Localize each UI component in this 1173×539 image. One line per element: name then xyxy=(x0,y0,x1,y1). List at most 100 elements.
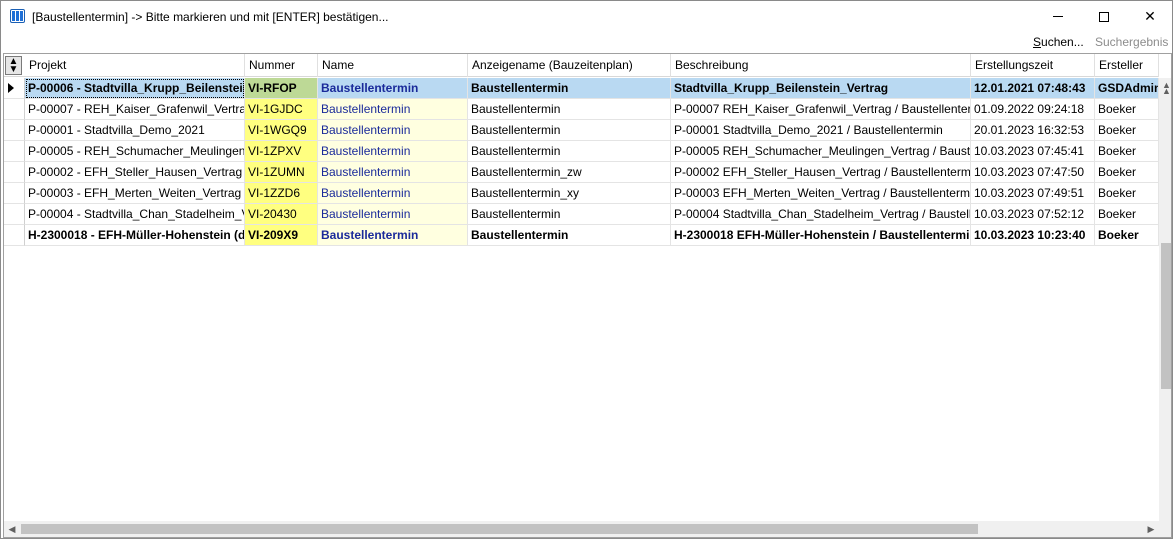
vertical-scroll-thumb[interactable] xyxy=(1161,243,1171,389)
cell-name[interactable]: Baustellentermin xyxy=(318,141,468,162)
cell-nummer[interactable]: VI-1ZPXV xyxy=(245,141,318,162)
cell-zeit[interactable]: 10.03.2023 07:49:51 xyxy=(971,183,1095,204)
data-grid: ▲ ▼ Projekt Nummer Name Anzeigename (Bauz… xyxy=(3,53,1172,538)
cell-name[interactable]: Baustellentermin xyxy=(318,78,468,99)
horizontal-scrollbar[interactable]: ◀ ▶ xyxy=(4,521,1159,537)
close-icon: ✕ xyxy=(1144,8,1156,24)
sort-icon[interactable]: ▲ ▼ xyxy=(5,56,22,75)
cell-zeit[interactable]: 01.09.2022 09:24:18 xyxy=(971,99,1095,120)
cell-ersteller[interactable]: Boeker xyxy=(1095,99,1159,120)
table-row[interactable]: P-00005 - REH_Schumacher_Meulingen_Vertr… xyxy=(4,141,1159,162)
cell-beschreibung[interactable]: P-00004 Stadtvilla_Chan_Stadelheim_Vertr… xyxy=(671,204,971,225)
horizontal-scroll-thumb[interactable] xyxy=(21,524,978,534)
column-header-projekt[interactable]: Projekt xyxy=(25,54,245,77)
table-row[interactable]: P-00001 - Stadtvilla_Demo_2021 VI-1WGQ9 Ba… xyxy=(4,120,1159,141)
cell-beschreibung[interactable]: P-00001 Stadtvilla_Demo_2021 / Baustelle… xyxy=(671,120,971,141)
minimize-icon xyxy=(1053,16,1063,17)
cell-anzeigename[interactable]: Baustellentermin xyxy=(468,225,671,246)
vertical-scrollbar[interactable]: ▲▲ ▼ xyxy=(1159,78,1171,537)
table-row[interactable]: P-00004 - Stadtvilla_Chan_Stadelheim_Ver… xyxy=(4,204,1159,225)
row-header[interactable] xyxy=(4,183,25,204)
app-icon xyxy=(10,9,25,23)
cell-nummer[interactable]: VI-209X9 xyxy=(245,225,318,246)
cell-anzeigename[interactable]: Baustellentermin xyxy=(468,120,671,141)
cell-ersteller[interactable]: Boeker xyxy=(1095,120,1159,141)
maximize-button[interactable] xyxy=(1081,1,1127,32)
row-header[interactable] xyxy=(4,204,25,225)
row-header[interactable] xyxy=(4,225,25,246)
current-row-arrow-icon xyxy=(8,83,14,93)
cell-zeit[interactable]: 10.03.2023 10:23:40 xyxy=(971,225,1095,246)
cell-projekt[interactable]: P-00004 - Stadtvilla_Chan_Stadelheim_Ver… xyxy=(25,204,245,225)
cell-nummer[interactable]: VI-20430 xyxy=(245,204,318,225)
cell-beschreibung[interactable]: H-2300018 EFH-Müller-Hohenstein / Bauste… xyxy=(671,225,971,246)
cell-beschreibung[interactable]: Stadtvilla_Krupp_Beilenstein_Vertrag xyxy=(671,78,971,99)
scroll-left-icon[interactable]: ◀ xyxy=(4,521,20,537)
cell-ersteller[interactable]: Boeker xyxy=(1095,204,1159,225)
cell-name[interactable]: Baustellentermin xyxy=(318,99,468,120)
cell-projekt[interactable]: H-2300018 - EFH-Müller-Hohenstein (d xyxy=(25,225,245,246)
cell-projekt[interactable]: P-00005 - REH_Schumacher_Meulingen_Vertr… xyxy=(25,141,245,162)
table-row[interactable]: P-00007 - REH_Kaiser_Grafenwil_Vertrag VI… xyxy=(4,99,1159,120)
search-link[interactable]: Suchen... xyxy=(1033,35,1084,51)
column-header-name[interactable]: Name xyxy=(318,54,468,77)
minimize-button[interactable] xyxy=(1035,1,1081,32)
cell-beschreibung[interactable]: P-00007 REH_Kaiser_Grafenwil_Vertrag / B… xyxy=(671,99,971,120)
cell-zeit[interactable]: 10.03.2023 07:47:50 xyxy=(971,162,1095,183)
cell-zeit[interactable]: 12.01.2021 07:48:43 xyxy=(971,78,1095,99)
cell-beschreibung[interactable]: P-00002 EFH_Steller_Hausen_Vertrag / Bau… xyxy=(671,162,971,183)
cell-name[interactable]: Baustellentermin xyxy=(318,120,468,141)
column-header-nummer[interactable]: Nummer xyxy=(245,54,318,77)
scroll-right-icon[interactable]: ▶ xyxy=(1143,521,1159,537)
column-header-beschreibung[interactable]: Beschreibung xyxy=(671,54,971,77)
cell-beschreibung[interactable]: P-00005 REH_Schumacher_Meulingen_Vertrag… xyxy=(671,141,971,162)
row-header[interactable] xyxy=(4,141,25,162)
cell-zeit[interactable]: 20.01.2023 16:32:53 xyxy=(971,120,1095,141)
cell-ersteller[interactable]: Boeker xyxy=(1095,225,1159,246)
row-header[interactable] xyxy=(4,162,25,183)
row-header[interactable] xyxy=(4,78,25,99)
cell-projekt[interactable]: P-00006 - Stadtvilla_Krupp_Beilenstein xyxy=(25,78,245,99)
cell-nummer[interactable]: VI-1GJDC xyxy=(245,99,318,120)
cell-ersteller[interactable]: GSDAdmin xyxy=(1095,78,1159,99)
row-header[interactable] xyxy=(4,120,25,141)
table-row[interactable]: P-00006 - Stadtvilla_Krupp_Beilenstein VI… xyxy=(4,78,1159,99)
cell-anzeigename[interactable]: Baustellentermin xyxy=(468,204,671,225)
cell-ersteller[interactable]: Boeker xyxy=(1095,162,1159,183)
cell-projekt[interactable]: P-00001 - Stadtvilla_Demo_2021 xyxy=(25,120,245,141)
cell-name[interactable]: Baustellentermin xyxy=(318,204,468,225)
cell-anzeigename[interactable]: Baustellentermin xyxy=(468,141,671,162)
scroll-top-icon[interactable]: ▲ ▲ xyxy=(1162,81,1171,96)
cell-zeit[interactable]: 10.03.2023 07:45:41 xyxy=(971,141,1095,162)
column-header-erstellungszeit[interactable]: Erstellungszeit xyxy=(971,54,1095,77)
cell-name[interactable]: Baustellentermin xyxy=(318,162,468,183)
cell-projekt[interactable]: P-00002 - EFH_Steller_Hausen_Vertrag xyxy=(25,162,245,183)
cell-zeit[interactable]: 10.03.2023 07:52:12 xyxy=(971,204,1095,225)
column-header-ersteller[interactable]: Ersteller xyxy=(1095,54,1159,77)
cell-anzeigename[interactable]: Baustellentermin_xy xyxy=(468,183,671,204)
cell-ersteller[interactable]: Boeker xyxy=(1095,183,1159,204)
cell-anzeigename[interactable]: Baustellentermin xyxy=(468,78,671,99)
table-row[interactable]: P-00003 - EFH_Merten_Weiten_Vertrag VI-1Z… xyxy=(4,183,1159,204)
cell-projekt[interactable]: P-00007 - REH_Kaiser_Grafenwil_Vertrag xyxy=(25,99,245,120)
close-button[interactable]: ✕ xyxy=(1127,1,1173,32)
cell-beschreibung[interactable]: P-00003 EFH_Merten_Weiten_Vertrag / Baus… xyxy=(671,183,971,204)
cell-nummer[interactable]: VI-1ZUMN xyxy=(245,162,318,183)
table-row[interactable]: P-00002 - EFH_Steller_Hausen_Vertrag VI-1… xyxy=(4,162,1159,183)
cell-ersteller[interactable]: Boeker xyxy=(1095,141,1159,162)
cell-name[interactable]: Baustellentermin xyxy=(318,225,468,246)
title-bar[interactable]: [Baustellentermin] -> Bitte markieren un… xyxy=(1,1,1172,32)
window-title: [Baustellentermin] -> Bitte markieren un… xyxy=(32,10,389,24)
scrollbar-corner xyxy=(1159,521,1171,537)
row-header[interactable] xyxy=(4,99,25,120)
cell-anzeigename[interactable]: Baustellentermin xyxy=(468,99,671,120)
cell-nummer[interactable]: VI-RFOP xyxy=(245,78,318,99)
dialog-window: [Baustellentermin] -> Bitte markieren un… xyxy=(0,0,1173,539)
cell-name[interactable]: Baustellentermin xyxy=(318,183,468,204)
cell-nummer[interactable]: VI-1ZZD6 xyxy=(245,183,318,204)
table-row[interactable]: H-2300018 - EFH-Müller-Hohenstein (d VI-2… xyxy=(4,225,1159,246)
cell-nummer[interactable]: VI-1WGQ9 xyxy=(245,120,318,141)
column-header-anzeigename[interactable]: Anzeigename (Bauzeitenplan) xyxy=(468,54,671,77)
cell-projekt[interactable]: P-00003 - EFH_Merten_Weiten_Vertrag xyxy=(25,183,245,204)
cell-anzeigename[interactable]: Baustellentermin_zw xyxy=(468,162,671,183)
